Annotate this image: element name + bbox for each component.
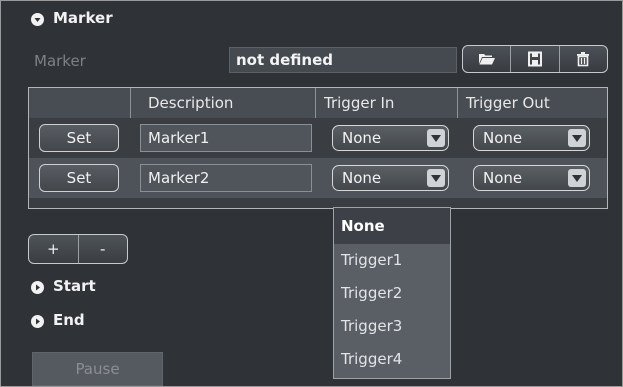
trigger-in-value: None [342, 169, 382, 187]
chevron-down-icon[interactable] [427, 129, 445, 147]
column-header-trigger-out: Trigger Out [457, 88, 607, 118]
table-row[interactable]: Set Marker2 None None [29, 158, 607, 198]
pause-button[interactable]: Pause [32, 352, 163, 386]
open-marker-button[interactable] [463, 46, 510, 72]
add-remove-button-group: + - [28, 234, 128, 264]
chevron-down-icon[interactable] [568, 169, 586, 187]
column-header-description: Description [130, 88, 315, 118]
trigger-out-value: None [483, 129, 523, 147]
marker-panel: Marker Marker not defined Description Tr… [0, 0, 623, 387]
trigger-dropdown-list: None Trigger1 Trigger2 Trigger3 Trigger4 [333, 207, 451, 379]
set-button[interactable]: Set [39, 164, 119, 192]
remove-marker-button[interactable]: - [77, 235, 128, 263]
marker-file-toolbar [462, 45, 608, 73]
save-icon [527, 51, 542, 67]
description-field[interactable]: Marker2 [140, 164, 312, 192]
start-label[interactable]: Start [53, 277, 96, 295]
section-title[interactable]: Marker [53, 9, 113, 27]
chevron-right-icon[interactable] [31, 315, 44, 328]
trigger-in-select[interactable]: None [332, 125, 449, 151]
trigger-in-select[interactable]: None [332, 165, 449, 191]
table-row[interactable]: Set Marker1 None None [29, 118, 607, 158]
folder-open-icon [478, 54, 495, 65]
dropdown-option-trigger3[interactable]: Trigger3 [334, 310, 450, 343]
save-marker-button[interactable] [510, 46, 558, 72]
table-header: Description Trigger In Trigger Out [29, 88, 607, 119]
trigger-in-value: None [342, 129, 382, 147]
chevron-down-icon[interactable] [568, 129, 586, 147]
chevron-down-icon[interactable] [31, 13, 44, 26]
trash-icon [577, 52, 590, 67]
set-button[interactable]: Set [39, 124, 119, 152]
marker-label: Marker [34, 52, 86, 70]
marker-table: Description Trigger In Trigger Out Set M… [28, 87, 608, 209]
dropdown-option-none[interactable]: None [334, 208, 450, 244]
marker-name-field[interactable]: not defined [229, 47, 457, 73]
column-header-trigger-in: Trigger In [315, 88, 457, 118]
delete-marker-button[interactable] [558, 46, 607, 72]
trigger-out-value: None [483, 169, 523, 187]
chevron-right-icon[interactable] [31, 281, 44, 294]
end-label[interactable]: End [53, 311, 85, 329]
column-header-set [29, 88, 130, 118]
trigger-out-select[interactable]: None [473, 125, 590, 151]
dropdown-option-trigger2[interactable]: Trigger2 [334, 277, 450, 310]
add-marker-button[interactable]: + [29, 235, 78, 263]
dropdown-option-trigger1[interactable]: Trigger1 [334, 244, 450, 277]
chevron-down-icon[interactable] [427, 169, 445, 187]
description-field[interactable]: Marker1 [140, 124, 312, 152]
dropdown-option-trigger4[interactable]: Trigger4 [334, 343, 450, 376]
trigger-out-select[interactable]: None [473, 165, 590, 191]
